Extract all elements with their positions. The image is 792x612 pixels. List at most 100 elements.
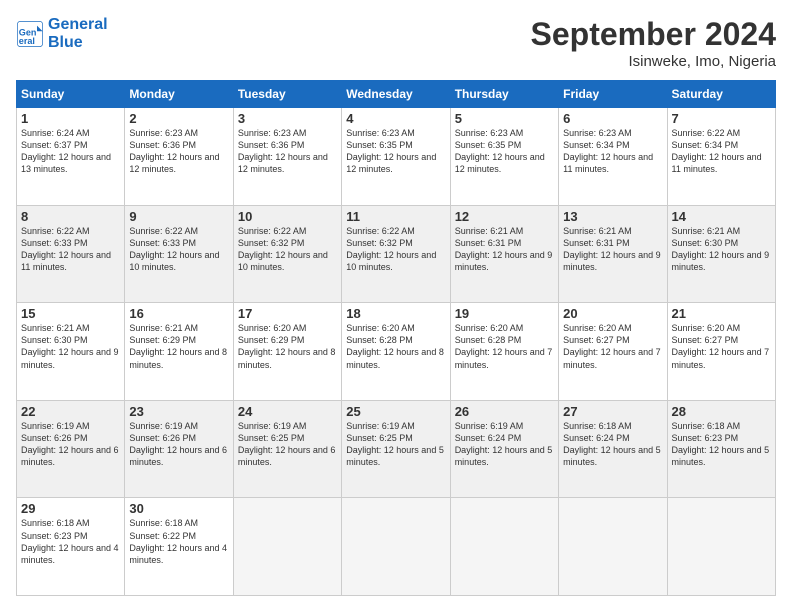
calendar-day-cell [559, 498, 667, 596]
calendar-day-cell: 24 Sunrise: 6:19 AM Sunset: 6:25 PM Dayl… [233, 400, 341, 498]
calendar-table: SundayMondayTuesdayWednesdayThursdayFrid… [16, 80, 776, 596]
day-number: 13 [563, 209, 662, 224]
day-info: Sunrise: 6:22 AM Sunset: 6:32 PM Dayligh… [238, 225, 337, 274]
calendar-week-row: 15 Sunrise: 6:21 AM Sunset: 6:30 PM Dayl… [17, 303, 776, 401]
logo: Gen eral General Blue [16, 16, 108, 52]
calendar-header-saturday: Saturday [667, 81, 775, 108]
calendar-week-row: 1 Sunrise: 6:24 AM Sunset: 6:37 PM Dayli… [17, 108, 776, 206]
calendar-day-cell: 5 Sunrise: 6:23 AM Sunset: 6:35 PM Dayli… [450, 108, 558, 206]
day-info: Sunrise: 6:18 AM Sunset: 6:23 PM Dayligh… [21, 517, 120, 566]
month-title: September 2024 [531, 16, 776, 53]
day-info: Sunrise: 6:24 AM Sunset: 6:37 PM Dayligh… [21, 127, 120, 176]
calendar-header-tuesday: Tuesday [233, 81, 341, 108]
day-info: Sunrise: 6:22 AM Sunset: 6:33 PM Dayligh… [21, 225, 120, 274]
logo-icon: Gen eral [16, 20, 44, 48]
calendar-day-cell: 29 Sunrise: 6:18 AM Sunset: 6:23 PM Dayl… [17, 498, 125, 596]
calendar-day-cell [667, 498, 775, 596]
day-info: Sunrise: 6:23 AM Sunset: 6:34 PM Dayligh… [563, 127, 662, 176]
header: Gen eral General Blue September 2024 Isi… [16, 16, 776, 70]
day-number: 18 [346, 306, 445, 321]
day-number: 11 [346, 209, 445, 224]
calendar-day-cell: 9 Sunrise: 6:22 AM Sunset: 6:33 PM Dayli… [125, 205, 233, 303]
calendar-day-cell [342, 498, 450, 596]
day-number: 5 [455, 111, 554, 126]
calendar-day-cell: 7 Sunrise: 6:22 AM Sunset: 6:34 PM Dayli… [667, 108, 775, 206]
day-number: 19 [455, 306, 554, 321]
logo-text: General Blue [48, 16, 108, 52]
day-number: 8 [21, 209, 120, 224]
calendar-day-cell: 30 Sunrise: 6:18 AM Sunset: 6:22 PM Dayl… [125, 498, 233, 596]
calendar-day-cell: 21 Sunrise: 6:20 AM Sunset: 6:27 PM Dayl… [667, 303, 775, 401]
calendar-day-cell [233, 498, 341, 596]
day-info: Sunrise: 6:20 AM Sunset: 6:28 PM Dayligh… [455, 322, 554, 371]
day-number: 3 [238, 111, 337, 126]
day-info: Sunrise: 6:22 AM Sunset: 6:32 PM Dayligh… [346, 225, 445, 274]
day-info: Sunrise: 6:21 AM Sunset: 6:29 PM Dayligh… [129, 322, 228, 371]
day-number: 15 [21, 306, 120, 321]
calendar-week-row: 8 Sunrise: 6:22 AM Sunset: 6:33 PM Dayli… [17, 205, 776, 303]
day-number: 30 [129, 501, 228, 516]
day-info: Sunrise: 6:21 AM Sunset: 6:30 PM Dayligh… [21, 322, 120, 371]
calendar-day-cell: 8 Sunrise: 6:22 AM Sunset: 6:33 PM Dayli… [17, 205, 125, 303]
calendar-header-thursday: Thursday [450, 81, 558, 108]
day-info: Sunrise: 6:22 AM Sunset: 6:33 PM Dayligh… [129, 225, 228, 274]
calendar-header-row: SundayMondayTuesdayWednesdayThursdayFrid… [17, 81, 776, 108]
day-info: Sunrise: 6:21 AM Sunset: 6:30 PM Dayligh… [672, 225, 771, 274]
calendar-day-cell: 12 Sunrise: 6:21 AM Sunset: 6:31 PM Dayl… [450, 205, 558, 303]
day-info: Sunrise: 6:18 AM Sunset: 6:24 PM Dayligh… [563, 420, 662, 469]
calendar-day-cell: 2 Sunrise: 6:23 AM Sunset: 6:36 PM Dayli… [125, 108, 233, 206]
location-title: Isinweke, Imo, Nigeria [531, 53, 776, 70]
day-info: Sunrise: 6:18 AM Sunset: 6:22 PM Dayligh… [129, 517, 228, 566]
day-info: Sunrise: 6:23 AM Sunset: 6:35 PM Dayligh… [346, 127, 445, 176]
calendar-day-cell: 6 Sunrise: 6:23 AM Sunset: 6:34 PM Dayli… [559, 108, 667, 206]
day-info: Sunrise: 6:19 AM Sunset: 6:25 PM Dayligh… [238, 420, 337, 469]
calendar-day-cell: 26 Sunrise: 6:19 AM Sunset: 6:24 PM Dayl… [450, 400, 558, 498]
calendar-day-cell: 1 Sunrise: 6:24 AM Sunset: 6:37 PM Dayli… [17, 108, 125, 206]
calendar-week-row: 22 Sunrise: 6:19 AM Sunset: 6:26 PM Dayl… [17, 400, 776, 498]
title-block: September 2024 Isinweke, Imo, Nigeria [531, 16, 776, 70]
day-number: 21 [672, 306, 771, 321]
day-number: 22 [21, 404, 120, 419]
day-number: 26 [455, 404, 554, 419]
day-number: 9 [129, 209, 228, 224]
calendar-day-cell: 16 Sunrise: 6:21 AM Sunset: 6:29 PM Dayl… [125, 303, 233, 401]
page: Gen eral General Blue September 2024 Isi… [0, 0, 792, 612]
calendar-header-wednesday: Wednesday [342, 81, 450, 108]
day-number: 29 [21, 501, 120, 516]
day-info: Sunrise: 6:20 AM Sunset: 6:27 PM Dayligh… [672, 322, 771, 371]
day-number: 10 [238, 209, 337, 224]
day-number: 14 [672, 209, 771, 224]
calendar-day-cell: 10 Sunrise: 6:22 AM Sunset: 6:32 PM Dayl… [233, 205, 341, 303]
day-number: 1 [21, 111, 120, 126]
day-info: Sunrise: 6:23 AM Sunset: 6:36 PM Dayligh… [129, 127, 228, 176]
day-info: Sunrise: 6:19 AM Sunset: 6:24 PM Dayligh… [455, 420, 554, 469]
day-info: Sunrise: 6:21 AM Sunset: 6:31 PM Dayligh… [455, 225, 554, 274]
day-info: Sunrise: 6:19 AM Sunset: 6:26 PM Dayligh… [129, 420, 228, 469]
calendar-day-cell [450, 498, 558, 596]
day-number: 6 [563, 111, 662, 126]
day-number: 17 [238, 306, 337, 321]
calendar-day-cell: 15 Sunrise: 6:21 AM Sunset: 6:30 PM Dayl… [17, 303, 125, 401]
day-info: Sunrise: 6:19 AM Sunset: 6:26 PM Dayligh… [21, 420, 120, 469]
calendar-day-cell: 19 Sunrise: 6:20 AM Sunset: 6:28 PM Dayl… [450, 303, 558, 401]
day-info: Sunrise: 6:23 AM Sunset: 6:36 PM Dayligh… [238, 127, 337, 176]
calendar-day-cell: 23 Sunrise: 6:19 AM Sunset: 6:26 PM Dayl… [125, 400, 233, 498]
day-number: 12 [455, 209, 554, 224]
calendar-header-friday: Friday [559, 81, 667, 108]
calendar-header-sunday: Sunday [17, 81, 125, 108]
calendar-day-cell: 25 Sunrise: 6:19 AM Sunset: 6:25 PM Dayl… [342, 400, 450, 498]
day-info: Sunrise: 6:20 AM Sunset: 6:28 PM Dayligh… [346, 322, 445, 371]
day-info: Sunrise: 6:21 AM Sunset: 6:31 PM Dayligh… [563, 225, 662, 274]
calendar-day-cell: 20 Sunrise: 6:20 AM Sunset: 6:27 PM Dayl… [559, 303, 667, 401]
calendar-week-row: 29 Sunrise: 6:18 AM Sunset: 6:23 PM Dayl… [17, 498, 776, 596]
calendar-day-cell: 22 Sunrise: 6:19 AM Sunset: 6:26 PM Dayl… [17, 400, 125, 498]
day-info: Sunrise: 6:20 AM Sunset: 6:27 PM Dayligh… [563, 322, 662, 371]
day-info: Sunrise: 6:22 AM Sunset: 6:34 PM Dayligh… [672, 127, 771, 176]
day-number: 16 [129, 306, 228, 321]
day-info: Sunrise: 6:19 AM Sunset: 6:25 PM Dayligh… [346, 420, 445, 469]
svg-text:eral: eral [19, 36, 35, 46]
calendar-day-cell: 14 Sunrise: 6:21 AM Sunset: 6:30 PM Dayl… [667, 205, 775, 303]
calendar-day-cell: 28 Sunrise: 6:18 AM Sunset: 6:23 PM Dayl… [667, 400, 775, 498]
day-number: 4 [346, 111, 445, 126]
day-info: Sunrise: 6:20 AM Sunset: 6:29 PM Dayligh… [238, 322, 337, 371]
